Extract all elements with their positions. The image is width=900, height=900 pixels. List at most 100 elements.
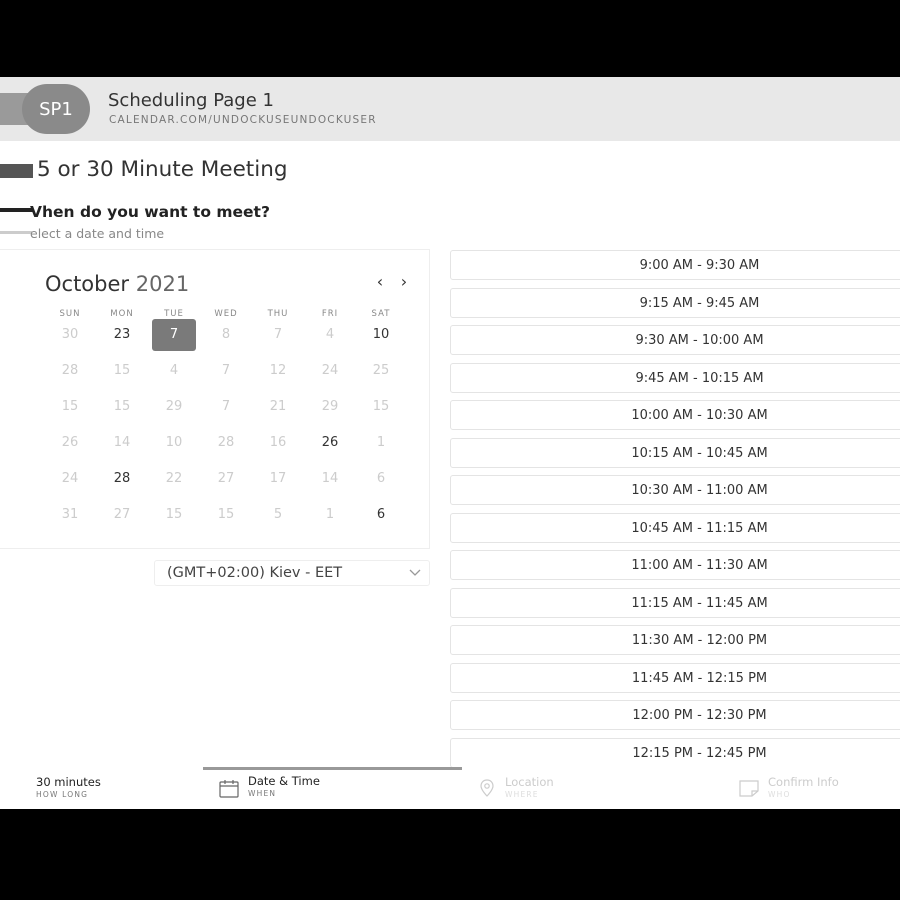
calendar-day: 1: [325, 507, 335, 522]
calendar-day[interactable]: 23: [100, 319, 144, 351]
time-slot-button[interactable]: 11:30 AM - 12:00 PM: [450, 625, 900, 655]
calendar-day: 15: [113, 399, 131, 414]
calendar-day: 27: [217, 471, 235, 486]
step-duration[interactable]: 30 minutes HOW LONG: [36, 775, 101, 799]
calendar-month: October: [45, 272, 130, 296]
calendar-day: 6: [376, 471, 386, 486]
weekday-header: TUE: [164, 309, 184, 319]
calendar-day: 15: [372, 399, 390, 414]
calendar-day[interactable]: 28: [100, 463, 144, 495]
calendar-day: 27: [113, 507, 131, 522]
time-slot-label: 9:00 AM - 9:30 AM: [639, 258, 760, 273]
weekday-header: SAT: [371, 309, 391, 319]
calendar-day[interactable]: 26: [308, 427, 352, 459]
calendar-day: 24: [321, 363, 339, 378]
step-location-sublabel: WHERE: [505, 790, 539, 799]
calendar-day: 7: [221, 399, 231, 414]
calendar-day: 26: [61, 435, 79, 450]
previous-month-button[interactable]: ‹: [372, 272, 388, 291]
calendar-day: 14: [321, 471, 339, 486]
step-progress-indicator: [203, 767, 462, 770]
time-slot-button[interactable]: 12:15 PM - 12:45 PM: [450, 737, 900, 768]
step-confirm-label: Confirm Info: [768, 775, 839, 789]
time-slot-button[interactable]: 9:30 AM - 10:00 AM: [450, 325, 900, 355]
question-accent-bar: [0, 208, 33, 212]
calendar-day: 15: [61, 399, 79, 414]
step-location-label: Location: [505, 775, 554, 789]
step-duration-sublabel: HOW LONG: [36, 790, 89, 799]
note-icon: [739, 780, 759, 797]
question-heading: Vhen do you want to meet?: [30, 203, 270, 221]
time-slot-label: 12:15 PM - 12:45 PM: [632, 745, 767, 761]
timezone-select[interactable]: (GMT+02:00) Kiev - EET: [154, 560, 430, 586]
time-slot-button[interactable]: 9:15 AM - 9:45 AM: [450, 287, 900, 318]
weekday-header: SUN: [59, 309, 81, 319]
calendar-day: 29: [321, 399, 339, 414]
calendar-day: 29: [165, 399, 183, 414]
time-slot-label: 10:15 AM - 10:45 AM: [631, 445, 768, 461]
calendar-day: 12: [269, 363, 287, 378]
calendar-day[interactable]: 10: [359, 319, 403, 351]
time-slot-button[interactable]: 11:15 AM - 11:45 AM: [450, 587, 900, 618]
page-title: Scheduling Page 1: [108, 90, 274, 111]
page-url[interactable]: CALENDAR.COM/UNDOCKUSEUNDOCKUSER: [109, 114, 377, 126]
time-slot-label: 11:15 AM - 11:45 AM: [631, 595, 768, 611]
calendar-day: 7: [221, 363, 231, 378]
location-pin-icon: [480, 779, 494, 797]
step-confirm-info[interactable]: Confirm Info WHO: [768, 775, 839, 799]
step-date-time[interactable]: Date & Time WHEN: [248, 774, 320, 798]
weekday-header: WED: [214, 309, 238, 319]
chevron-down-icon: [409, 569, 421, 576]
step-location[interactable]: Location WHERE: [505, 775, 554, 799]
time-slot-button[interactable]: 11:00 AM - 11:30 AM: [450, 550, 900, 580]
time-slot-label: 12:00 PM - 12:30 PM: [632, 708, 767, 723]
time-slot-button[interactable]: 12:00 PM - 12:30 PM: [450, 700, 900, 730]
calendar-month-title: October 2021: [45, 272, 189, 296]
calendar-year: 2021: [135, 272, 190, 296]
time-slot-label: 10:45 AM - 11:15 AM: [631, 520, 768, 536]
time-slot-button[interactable]: 9:45 AM - 10:15 AM: [450, 362, 900, 393]
date-picker: October 2021 ‹ › SUN MON TUE WED THU FRI SAT 30…: [0, 249, 430, 549]
calendar-day: 28: [217, 435, 235, 450]
calendar-day: 15: [217, 507, 235, 522]
weekday-header: FRI: [321, 309, 339, 319]
calendar-day: 22: [165, 471, 183, 486]
timezone-value: (GMT+02:00) Kiev - EET: [167, 565, 343, 581]
calendar-day: 8: [221, 327, 231, 342]
calendar-day: 4: [325, 327, 335, 342]
step-navigation: 30 minutes HOW LONG Date & Time WHEN Loc…: [0, 767, 900, 809]
time-slot-label: 10:30 AM - 11:00 AM: [631, 483, 768, 498]
time-slot-button[interactable]: 10:45 AM - 11:15 AM: [450, 512, 900, 543]
step-duration-label: 30 minutes: [36, 775, 101, 789]
time-slot-button[interactable]: 10:00 AM - 10:30 AM: [450, 400, 900, 430]
calendar-day: 4: [169, 363, 179, 378]
time-slot-label: 11:00 AM - 11:30 AM: [631, 558, 768, 573]
time-slot-button[interactable]: 10:15 AM - 10:45 AM: [450, 437, 900, 468]
time-slot-label: 9:15 AM - 9:45 AM: [639, 295, 760, 311]
event-title: 5 or 30 Minute Meeting: [37, 157, 288, 182]
calendar-day: 17: [269, 471, 287, 486]
question-subtitle: elect a date and time: [30, 226, 165, 241]
calendar-day: 10: [165, 435, 183, 450]
calendar-day: 24: [61, 471, 79, 486]
time-slot-label: 9:30 AM - 10:00 AM: [635, 333, 764, 348]
time-slot-label: 11:45 AM - 12:15 PM: [631, 670, 768, 686]
page-header: SP1 Scheduling Page 1 CALENDAR.COM/UNDOC…: [0, 77, 900, 141]
calendar-day: 7: [273, 327, 283, 342]
time-slot-label: 10:00 AM - 10:30 AM: [631, 408, 768, 423]
calendar-day: 25: [372, 363, 390, 378]
step-confirm-sublabel: WHO: [768, 790, 791, 799]
calendar-day-selected[interactable]: 7: [152, 319, 196, 351]
calendar-day: 31: [61, 507, 79, 522]
scheduling-window: SP1 Scheduling Page 1 CALENDAR.COM/UNDOC…: [0, 77, 900, 809]
time-slot-label: 9:45 AM - 10:15 AM: [635, 370, 764, 386]
next-month-button[interactable]: ›: [396, 272, 412, 291]
event-color-bar: [0, 164, 33, 178]
time-slot-button[interactable]: 10:30 AM - 11:00 AM: [450, 475, 900, 505]
calendar-day: 14: [113, 435, 131, 450]
time-slot-button[interactable]: 9:00 AM - 9:30 AM: [450, 250, 900, 280]
calendar-day[interactable]: 6: [359, 499, 403, 531]
time-slot-button[interactable]: 11:45 AM - 12:15 PM: [450, 662, 900, 693]
subtitle-accent-bar: [0, 231, 32, 234]
step-date-time-label: Date & Time: [248, 774, 320, 788]
